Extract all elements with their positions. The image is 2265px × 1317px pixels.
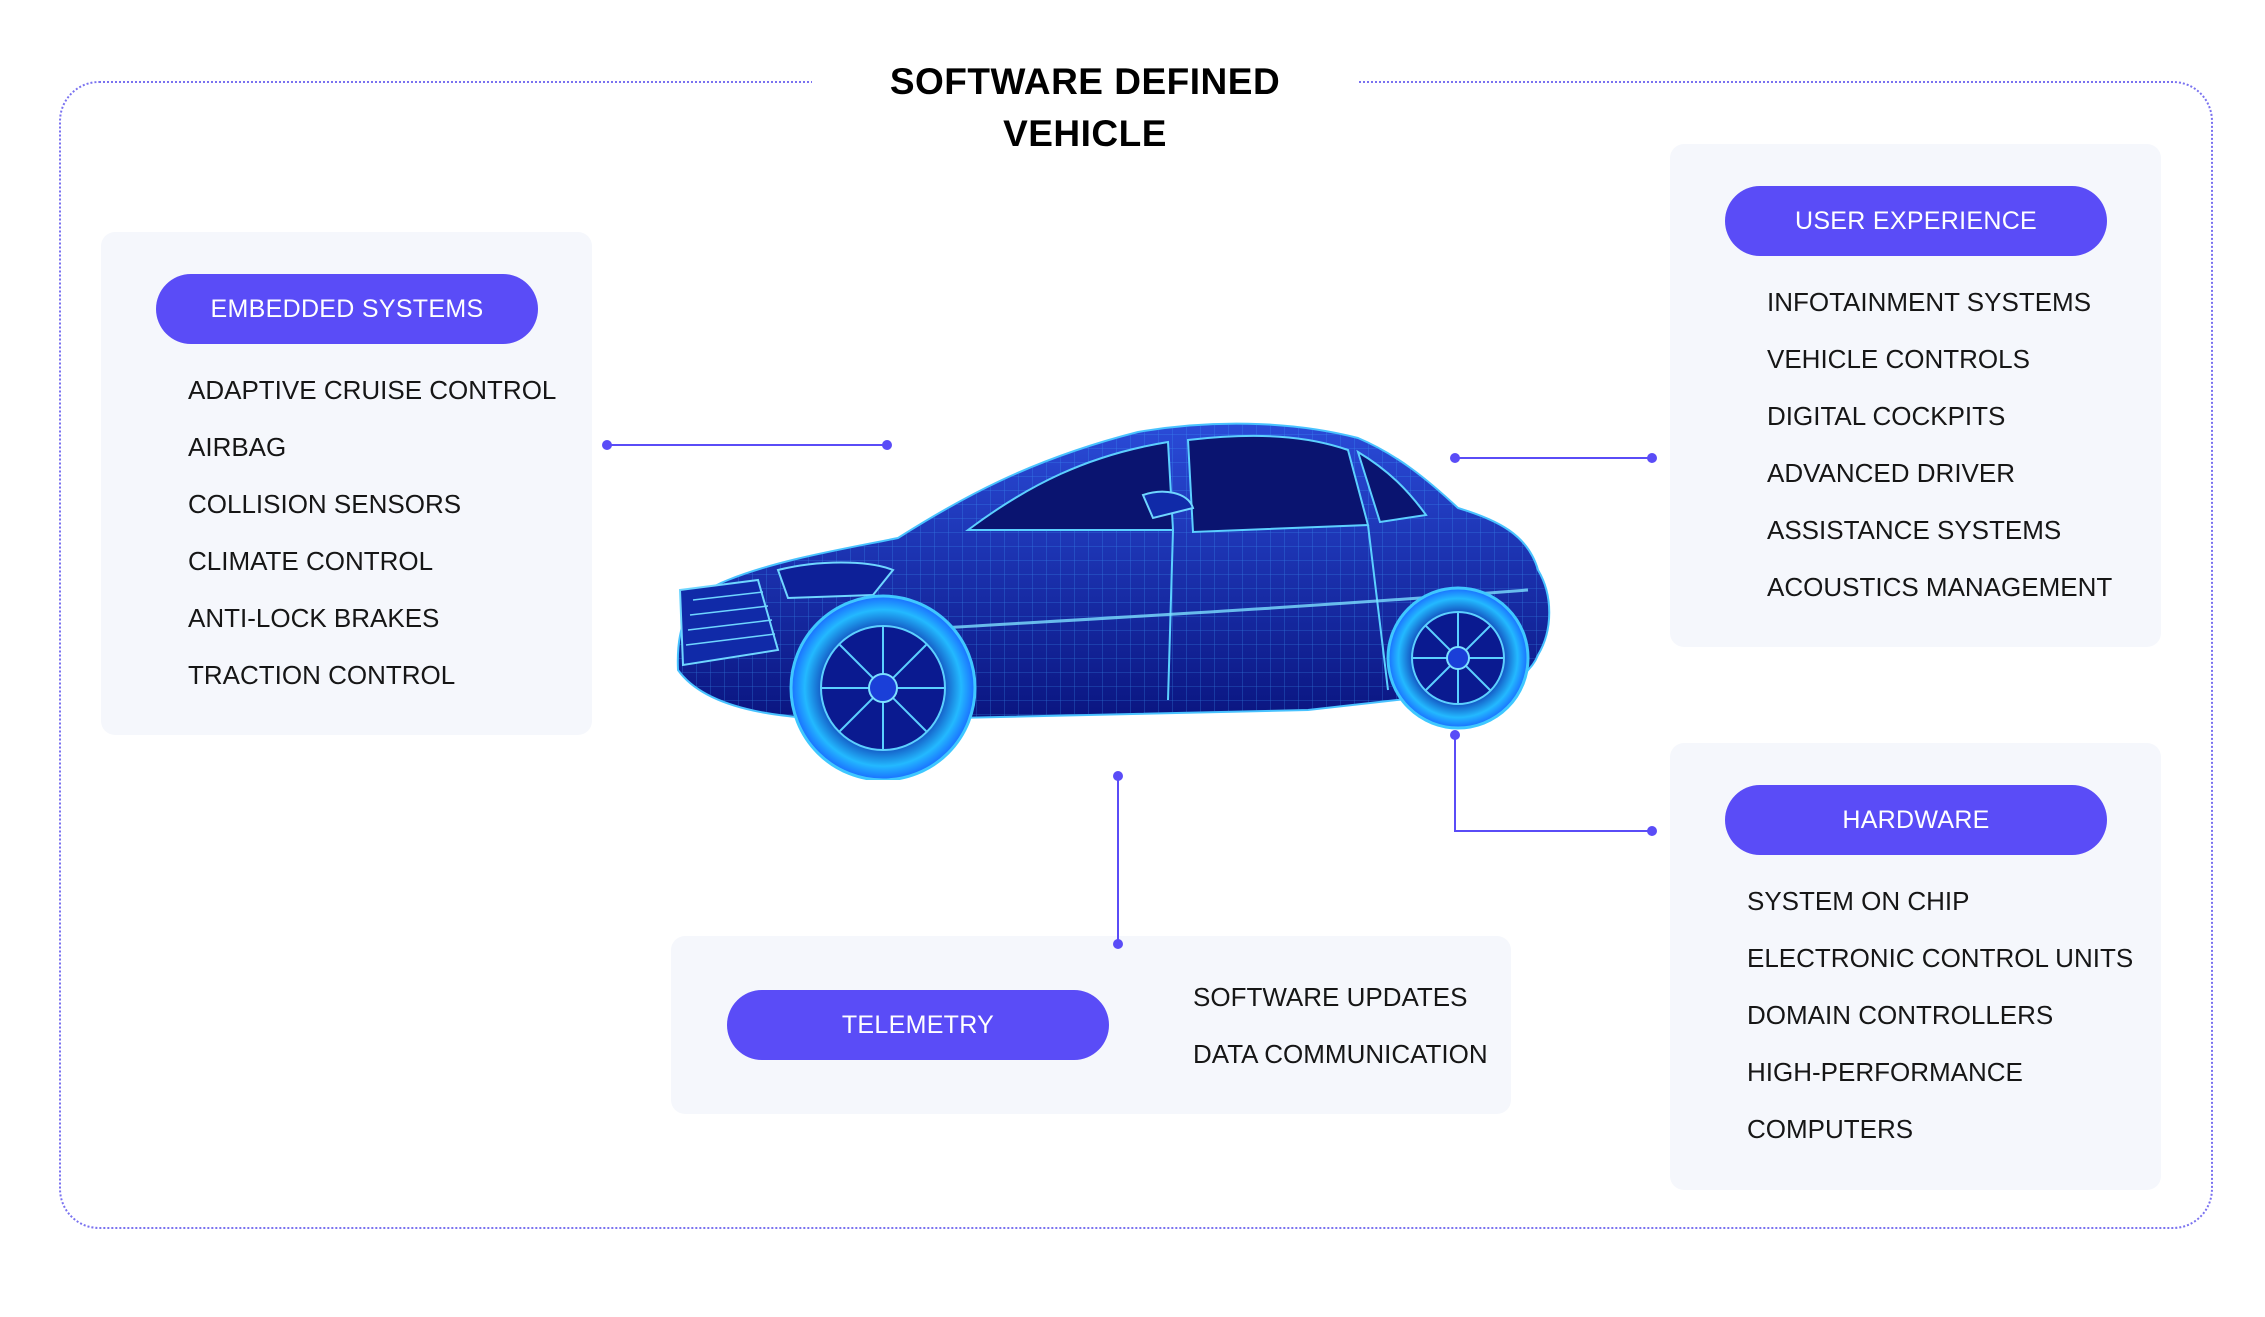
connector-dot [1113, 939, 1123, 949]
connector-dot [602, 440, 612, 450]
connector-dot [1647, 453, 1657, 463]
car-wireframe-illustration [668, 420, 1568, 782]
connector-dot [1647, 826, 1657, 836]
